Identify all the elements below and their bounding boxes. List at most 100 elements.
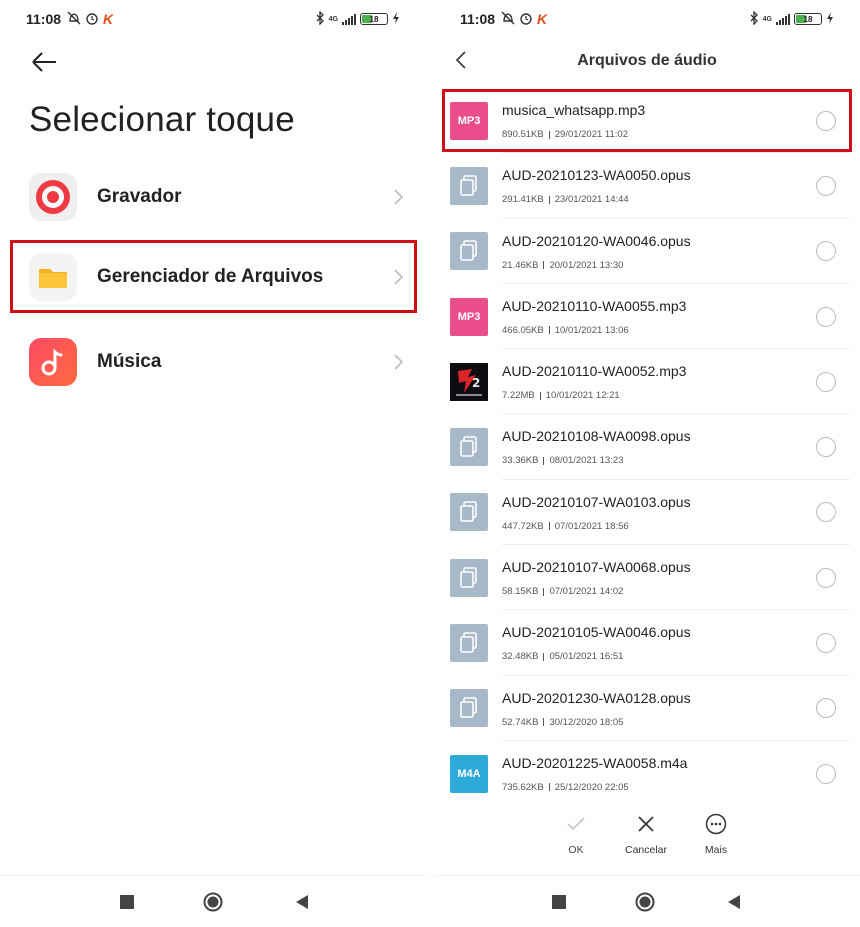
chevron-right-icon — [392, 188, 404, 206]
status-time: 11:08 — [26, 11, 62, 27]
file-name: AUD-20210107-WA0068.opus — [502, 559, 691, 576]
file-date: 05/01/2021 16:51 — [549, 651, 624, 663]
file-name: AUD-20210123-WA0050.opus — [502, 167, 691, 184]
meta-separator — [539, 391, 541, 400]
document-file-icon — [450, 689, 488, 728]
file-meta: 735.62KB 25/12/2020 22:05 — [502, 782, 629, 793]
back-nav-icon[interactable] — [292, 892, 312, 912]
select-radio[interactable] — [816, 175, 836, 196]
meta-separator — [548, 783, 550, 792]
select-radio[interactable] — [816, 437, 836, 458]
back-nav-icon[interactable] — [724, 892, 744, 912]
navigation-bar — [434, 875, 860, 927]
document-file-icon — [450, 493, 488, 532]
recents-icon[interactable] — [117, 892, 137, 912]
more-label: Mais — [704, 844, 728, 856]
battery-level: 18 — [369, 14, 379, 24]
file-date: 10/01/2021 13:06 — [554, 324, 629, 336]
select-radio[interactable] — [816, 633, 836, 654]
album-art-icon: 2 — [450, 362, 488, 401]
file-row[interactable]: AUD-20210123-WA0050.opus 291.41KB 23/01/20… — [434, 153, 860, 219]
select-radio[interactable] — [816, 763, 836, 784]
meta-separator — [548, 326, 550, 335]
document-file-icon — [450, 428, 488, 467]
header: Arquivos de áudio — [434, 40, 860, 80]
file-row[interactable]: 2 AUD-20210110-WA0052.mp3 7.22MB 10/01/2021… — [434, 349, 860, 415]
meta-separator — [543, 261, 545, 270]
file-row[interactable]: M4A AUD-20201225-WA0058.m4a 735.62KB 25/12/… — [434, 741, 860, 795]
file-row[interactable]: AUD-20201230-WA0128.opus 52.74KB 30/12/202… — [434, 676, 860, 742]
file-size: 7.22MB — [502, 390, 535, 402]
file-date: 30/12/2020 18:05 — [549, 716, 624, 728]
more-button[interactable]: Mais — [686, 812, 746, 856]
signal-icon — [342, 13, 356, 25]
file-name: AUD-20210110-WA0055.mp3 — [502, 297, 687, 314]
battery-icon: 18 — [360, 13, 388, 25]
meta-separator — [543, 587, 545, 596]
ringtone-picker-screen: 11:08 K 4G 18 Selecionar toque Gravador … — [0, 0, 426, 927]
page-title: Arquivos de áudio — [577, 52, 717, 69]
bluetooth-icon — [315, 9, 325, 28]
home-icon[interactable] — [203, 892, 223, 912]
back-arrow-icon[interactable] — [30, 48, 60, 76]
file-row[interactable]: AUD-20210107-WA0068.opus 58.15KB 07/01/202… — [434, 545, 860, 611]
file-name: AUD-20210110-WA0052.mp3 — [502, 363, 687, 380]
cancel-button[interactable]: Cancelar — [616, 812, 676, 856]
select-radio[interactable] — [816, 567, 836, 588]
check-icon — [546, 812, 606, 836]
select-radio[interactable] — [816, 698, 836, 719]
ok-button[interactable]: OK — [546, 812, 606, 856]
meta-separator — [543, 652, 545, 661]
app-notification-icon: K — [103, 11, 114, 27]
file-date: 07/01/2021 18:56 — [554, 520, 629, 532]
document-file-icon — [450, 558, 488, 597]
bottom-action-bar: OK Cancelar Mais — [434, 812, 860, 862]
menu-item-label: Gravador — [97, 186, 182, 207]
select-radio[interactable] — [816, 502, 836, 523]
music-note-icon — [29, 338, 77, 386]
highlight-box — [442, 89, 852, 152]
audio-files-screen: 11:08 K 4G 18 Arquivos de áudio MP3 musi… — [434, 0, 860, 927]
signal-icon — [776, 13, 790, 25]
menu-item-recorder[interactable]: Gravador — [0, 162, 426, 232]
network-type: 4G — [328, 15, 338, 23]
file-size: 52.74KB — [502, 716, 539, 728]
file-date: 20/01/2021 13:30 — [549, 259, 624, 271]
recorder-icon — [29, 173, 77, 221]
select-radio[interactable] — [816, 306, 836, 327]
alarm-icon — [85, 11, 99, 28]
file-row[interactable]: AUD-20210108-WA0098.opus 33.36KB 08/01/202… — [434, 414, 860, 481]
alarm-icon — [519, 11, 533, 28]
file-size: 291.41KB — [502, 194, 544, 206]
select-radio[interactable] — [816, 241, 836, 262]
file-size: 447.72KB — [502, 520, 544, 532]
document-file-icon — [450, 166, 488, 205]
m4a-file-icon: M4A — [450, 754, 488, 793]
file-date: 25/12/2020 22:05 — [554, 781, 629, 793]
file-list: MP3 musica_whatsapp.mp3 890.51KB 29/01/2021… — [434, 88, 860, 795]
chevron-right-icon — [392, 353, 404, 371]
battery-icon: 18 — [794, 13, 822, 25]
select-radio[interactable] — [816, 371, 836, 392]
dnd-off-icon — [67, 11, 81, 28]
recents-icon[interactable] — [549, 892, 569, 912]
file-size: 58.15KB — [502, 586, 539, 598]
file-row[interactable]: MP3 AUD-20210110-WA0055.mp3 466.05KB 10/01/… — [434, 284, 860, 350]
file-row[interactable]: AUD-20210120-WA0046.opus 21.46KB 20/01/202… — [434, 219, 860, 285]
file-size: 735.62KB — [502, 781, 544, 793]
file-date: 23/01/2021 14:44 — [554, 194, 629, 206]
menu-item-label: Música — [97, 351, 162, 372]
home-icon[interactable] — [635, 892, 655, 912]
navigation-bar — [0, 875, 426, 927]
menu-item-music[interactable]: Música — [0, 327, 426, 397]
status-bar: 11:08 K 4G 18 — [0, 8, 426, 30]
file-meta: 466.05KB 10/01/2021 13:06 — [502, 325, 629, 336]
file-name: AUD-20210105-WA0046.opus — [502, 624, 691, 641]
file-row[interactable]: AUD-20210105-WA0046.opus 32.48KB 05/01/202… — [434, 610, 860, 676]
file-name: AUD-20210120-WA0046.opus — [502, 232, 691, 249]
meta-separator — [543, 718, 545, 727]
file-date: 08/01/2021 13:23 — [549, 455, 624, 467]
file-row[interactable]: AUD-20210107-WA0103.opus 447.72KB 07/01/20… — [434, 480, 860, 546]
dnd-off-icon — [501, 11, 515, 28]
screen-divider — [426, 0, 434, 927]
